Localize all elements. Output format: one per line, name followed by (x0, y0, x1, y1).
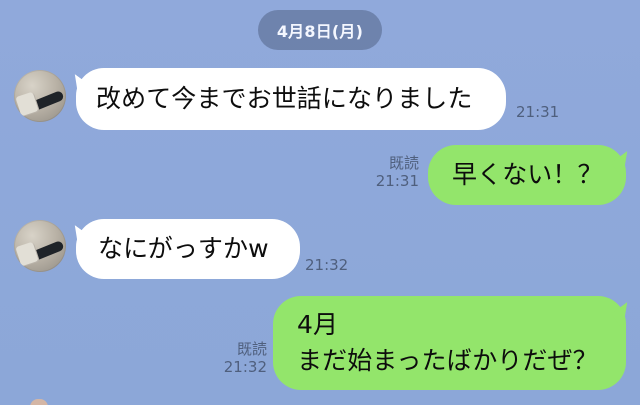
message-text-block: 4月 まだ始まったばかりだぜ？ (297, 310, 598, 376)
read-label: 既読 (236, 340, 267, 358)
message-timestamp: 21:32 (305, 256, 349, 274)
incoming-message-bubble[interactable]: なにがっすかw (76, 219, 300, 279)
avatar[interactable] (14, 70, 66, 122)
date-separator: 4月8日(月) (258, 10, 382, 50)
message-text: 早くない！？ (452, 160, 603, 189)
message-text: 改めて今までお世話になりました (96, 84, 473, 113)
message-line-2: まだ始まったばかりだぜ？ (297, 346, 598, 375)
message-text: なにがっすかw (98, 234, 269, 263)
message-meta: 既読 21:32 (219, 340, 267, 376)
message-time: 21:32 (305, 256, 348, 274)
message-timestamp: 21:32 (223, 358, 267, 376)
outgoing-message-bubble[interactable]: 4月 まだ始まったばかりだぜ？ (273, 296, 626, 390)
message-meta: 既読 21:31 (371, 154, 419, 190)
date-label: 4月8日(月) (276, 22, 364, 41)
message-time: 21:31 (516, 103, 559, 121)
message-line-1: 4月 (297, 310, 339, 339)
message-timestamp: 21:31 (516, 103, 560, 121)
avatar (30, 399, 48, 405)
chat-screen: 4月8日(月) 改めて今までお世話になりました 21:31 既読 21:31 早… (0, 0, 640, 405)
outgoing-message-bubble[interactable]: 早くない！？ (428, 145, 626, 205)
incoming-message-bubble[interactable]: 改めて今までお世話になりました (76, 68, 506, 130)
read-label: 既読 (388, 154, 419, 172)
message-timestamp: 21:31 (375, 172, 419, 190)
avatar[interactable] (14, 220, 66, 272)
